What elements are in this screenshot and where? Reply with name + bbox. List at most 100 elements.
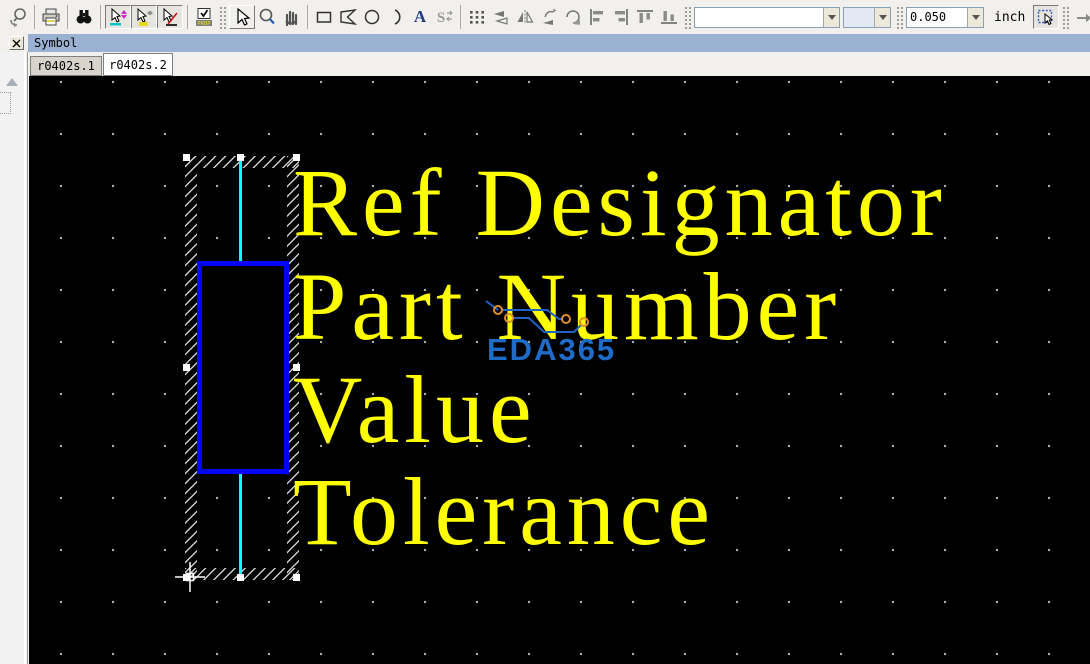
polygon-tool-button[interactable] [336,5,360,29]
design-canvas[interactable]: Ref Designator Part Number Value Toleran… [29,76,1090,664]
toolbar-gripper[interactable] [683,5,692,29]
snap-mirror-icon [137,7,153,26]
grid-toggle-button[interactable] [465,5,489,29]
circle-icon [364,9,380,25]
application-window: PROP A S 0.050 inch Symbol r0402s.1 r040… [0,0,1090,664]
zoom-in-button[interactable] [255,5,279,29]
label-tolerance[interactable]: Tolerance [293,464,715,560]
tab-r0402s-1[interactable]: r0402s.1 [30,56,102,76]
toolbar-separator [100,5,101,29]
align-left-button[interactable] [585,5,609,29]
shape-select-button[interactable]: S [432,5,456,29]
align-bottom-button[interactable] [657,5,681,29]
label-ref-designator[interactable]: Ref Designator [293,155,947,251]
snap-rotate-icon [163,7,178,26]
panel-highlight [24,52,26,664]
selection-handle[interactable] [293,154,300,161]
align-left-icon [590,9,603,25]
align-top-button[interactable] [633,5,657,29]
flip-icon [494,11,508,25]
tab-bar: r0402s.1 r0402s.2 [28,52,1090,76]
rectangle-tool-button[interactable] [312,5,336,29]
arc-tool-button[interactable] [384,5,408,29]
scroll-up-icon[interactable] [6,78,18,86]
toolbar-separator [307,5,308,29]
close-icon [12,39,21,47]
align-bottom-icon [661,11,677,24]
subclass-combobox[interactable] [843,6,891,28]
selection-handle[interactable] [183,154,190,161]
select-rect-icon [1038,9,1054,26]
left-side-panel[interactable] [0,52,28,664]
grid-icon [470,11,484,24]
selection-handle[interactable] [293,364,300,371]
crosshair-cursor [175,562,205,592]
unit-label: inch [994,9,1026,25]
toolbar-gripper[interactable] [218,5,227,29]
grid-scale-combobox[interactable] [906,6,984,28]
panel-title: Symbol [34,36,78,50]
print-icon [42,8,60,26]
class-combobox-input[interactable] [695,7,823,27]
symbol-panel-titlebar[interactable]: Symbol [28,34,1090,52]
svg-text:S: S [437,10,445,26]
zoom-redisplay-icon [10,8,26,27]
text-icon: A [413,7,427,26]
chevron-down-icon[interactable] [967,7,983,27]
mirror-button[interactable] [513,5,537,29]
pointer-icon [237,7,251,26]
snap-mirror-toggle[interactable] [131,5,157,29]
selection-handle[interactable] [237,154,244,161]
rect-icon [316,11,332,23]
next-icon [1077,13,1090,23]
zoom-redisplay-button[interactable] [6,5,30,29]
tab-label: r0402s.2 [109,57,167,72]
class-combobox[interactable] [694,6,840,28]
align-right-icon [615,9,628,25]
align-top-icon [637,10,653,23]
find-icon [76,10,92,24]
align-right-button[interactable] [609,5,633,29]
chevron-down-icon[interactable] [823,7,839,27]
selection-handle[interactable] [183,364,190,371]
text-tool-button[interactable]: A [408,5,432,29]
toolbar-gripper[interactable] [895,5,904,29]
panel-close-button[interactable] [9,36,24,50]
shape-select-icon: S [437,10,453,26]
circle-tool-button[interactable] [360,5,384,29]
panel-gripper[interactable] [0,92,11,114]
pointer-select-button[interactable] [229,5,255,29]
pan-icon [285,10,298,27]
polygon-icon [340,8,358,26]
watermark-text: EDA365 [487,332,617,367]
grid-scale-input[interactable] [907,7,967,27]
component-body-rect[interactable] [197,261,289,474]
move-next-button[interactable] [1072,5,1090,29]
snap-move-toggle[interactable] [105,5,131,29]
zoom-in-icon [259,8,275,25]
subclass-combobox-input[interactable] [844,7,874,27]
snap-move-icon [110,7,127,26]
selection-handle[interactable] [237,574,244,581]
spin-button[interactable] [537,5,561,29]
spin-icon [543,8,557,25]
label-value[interactable]: Value [293,362,537,458]
tab-label: r0402s.1 [37,59,95,73]
svg-text:PROP: PROP [197,21,211,27]
mirror-icon [517,10,534,24]
property-edit-button[interactable]: PROP [192,5,216,29]
main-toolbar: PROP A S 0.050 inch [0,0,1090,34]
snap-rotate-toggle[interactable] [157,5,183,29]
toolbar-separator [460,5,461,29]
rotate-button[interactable] [561,5,585,29]
toolbar-gripper[interactable] [1061,5,1071,29]
window-select-button[interactable] [1033,5,1060,29]
find-button[interactable] [72,5,96,29]
chevron-down-icon[interactable] [874,7,890,27]
selection-handle[interactable] [293,574,300,581]
toolbar-separator [187,5,188,29]
pan-button[interactable] [279,5,303,29]
flip-button[interactable] [489,5,513,29]
tab-r0402s-2[interactable]: r0402s.2 [103,53,173,76]
print-button[interactable] [39,5,63,29]
